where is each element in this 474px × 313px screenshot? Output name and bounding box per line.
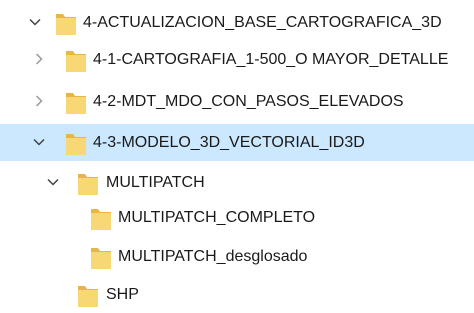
folder-icon <box>65 130 87 156</box>
folder-icon <box>65 89 87 115</box>
chevron-right-icon[interactable] <box>31 51 47 67</box>
tree-item-multipatch-desglosado[interactable]: MULTIPATCH_desglosado <box>0 238 474 275</box>
folder-icon <box>90 205 112 231</box>
tree-item-label: MULTIPATCH_desglosado <box>118 248 308 265</box>
tree-item-modelo-3d-vectorial[interactable]: 4-3-MODELO_3D_VECTORIAL_ID3D <box>0 124 474 161</box>
tree-item-label: SHP <box>106 286 139 303</box>
folder-icon <box>77 170 99 196</box>
chevron-down-icon[interactable] <box>31 134 47 150</box>
chevron-right-icon[interactable] <box>31 93 47 109</box>
folder-tree: 4-ACTUALIZACION_BASE_CARTOGRAFICA_3D 4-1… <box>0 0 474 307</box>
tree-item-label: 4-2-MDT_MDO_CON_PASOS_ELEVADOS <box>93 93 404 110</box>
tree-item-actualizacion-base-cartografica[interactable]: 4-ACTUALIZACION_BASE_CARTOGRAFICA_3D <box>0 4 474 41</box>
tree-item-label: 4-ACTUALIZACION_BASE_CARTOGRAFICA_3D <box>83 14 442 31</box>
chevron-down-icon[interactable] <box>27 14 43 30</box>
tree-item-shp[interactable]: SHP <box>0 276 474 313</box>
folder-icon <box>90 244 112 270</box>
folder-icon <box>77 282 99 308</box>
folder-icon <box>55 10 77 36</box>
tree-item-label: MULTIPATCH <box>106 174 205 191</box>
tree-item-label: 4-3-MODELO_3D_VECTORIAL_ID3D <box>93 134 365 151</box>
tree-item-multipatch[interactable]: MULTIPATCH <box>0 164 474 201</box>
tree-item-label: MULTIPATCH_COMPLETO <box>118 209 316 226</box>
folder-icon <box>65 47 87 73</box>
tree-item-cartografia[interactable]: 4-1-CARTOGRAFIA_1-500_O MAYOR_DETALLE <box>0 41 474 78</box>
tree-item-label: 4-1-CARTOGRAFIA_1-500_O MAYOR_DETALLE <box>93 51 449 68</box>
tree-item-multipatch-completo[interactable]: MULTIPATCH_COMPLETO <box>0 199 474 236</box>
chevron-down-icon[interactable] <box>45 174 61 190</box>
tree-item-mdt-mdo[interactable]: 4-2-MDT_MDO_CON_PASOS_ELEVADOS <box>0 83 474 120</box>
